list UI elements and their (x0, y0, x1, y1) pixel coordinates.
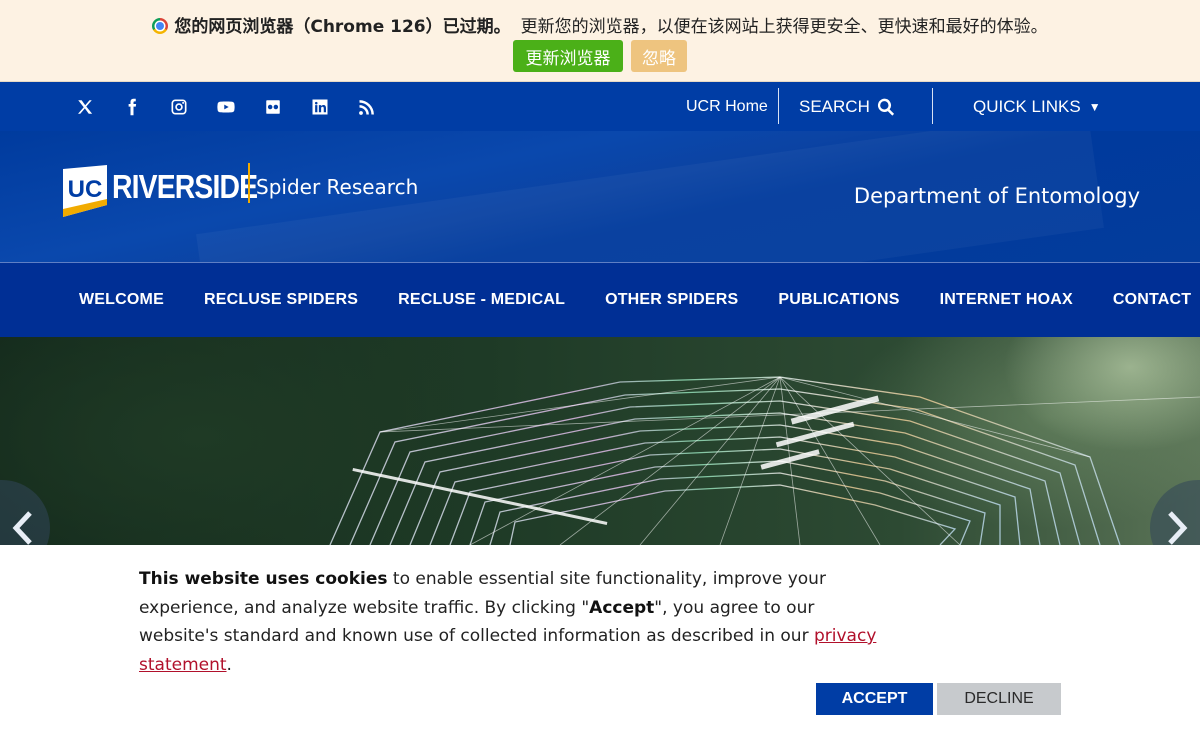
quick-links-label: QUICK LINKS (973, 97, 1081, 116)
search-label: SEARCH (799, 97, 870, 116)
nav-item-recluse-spiders[interactable]: RECLUSE SPIDERS (184, 291, 378, 309)
brand-divider (248, 163, 250, 203)
x-icon[interactable] (70, 92, 100, 122)
ucr-logo-badge[interactable]: UC (63, 165, 107, 217)
accept-word: Accept (589, 597, 655, 618)
facebook-icon[interactable] (117, 92, 147, 122)
main-nav: WELCOME RECLUSE SPIDERS RECLUSE - MEDICA… (0, 262, 1200, 337)
utility-divider (932, 88, 933, 124)
nav-item-other-spiders[interactable]: OTHER SPIDERS (585, 291, 758, 309)
linkedin-icon[interactable] (305, 92, 335, 122)
site-name[interactable]: Spider Research (256, 175, 418, 199)
nav-item-welcome[interactable]: WELCOME (59, 291, 184, 309)
chevron-left-icon (12, 511, 32, 545)
search-icon (877, 98, 894, 116)
decline-button[interactable]: DECLINE (937, 683, 1061, 715)
nav-item-publications[interactable]: PUBLICATIONS (758, 291, 919, 309)
search-button[interactable]: SEARCH (799, 82, 896, 131)
outdated-browser-message: 您的网页浏览器（Chrome 126）已过期。 更新您的浏览器，以便在该网站上获得… (0, 12, 1200, 37)
cookie-text-end: . (226, 654, 232, 675)
hero-image (0, 337, 1200, 545)
logo-badge-text: UC (68, 176, 103, 203)
cookie-banner: This website uses cookies to enable esse… (0, 545, 1200, 740)
chrome-icon (152, 18, 169, 34)
outdated-browser-bar: 您的网页浏览器（Chrome 126）已过期。 更新您的浏览器，以便在该网站上获得… (0, 0, 1200, 82)
outdated-text: 更新您的浏览器，以便在该网站上获得更安全、更快速和最好的体验。 (520, 17, 1048, 37)
outdated-title: 您的网页浏览器（Chrome 126）已过期。 (174, 17, 511, 37)
ignore-button[interactable]: 忽略 (631, 40, 687, 72)
caret-down-icon: ▼ (1088, 100, 1101, 114)
nav-item-recluse-medical[interactable]: RECLUSE - MEDICAL (378, 291, 585, 309)
cookie-lead: This website uses cookies (139, 569, 388, 589)
quick-links-button[interactable]: QUICK LINKS ▼ (973, 82, 1101, 131)
utility-bar: UCR Home SEARCH QUICK LINKS ▼ (0, 82, 1200, 131)
riverside-logo-text[interactable]: RIVERSIDE (112, 168, 258, 206)
nav-item-contact[interactable]: CONTACT (1093, 291, 1200, 309)
nav-item-internet-hoax[interactable]: INTERNET HOAX (920, 291, 1093, 309)
spider-web-image (329, 376, 1200, 545)
social-links (70, 82, 399, 131)
cookie-message: This website uses cookies to enable esse… (139, 565, 879, 679)
ucr-home-link[interactable]: UCR Home (686, 82, 768, 131)
rss-icon[interactable] (352, 92, 382, 122)
flickr-icon[interactable] (258, 92, 288, 122)
chevron-right-icon (1168, 511, 1188, 545)
utility-divider (778, 88, 779, 124)
instagram-icon[interactable] (164, 92, 194, 122)
youtube-icon[interactable] (211, 92, 241, 122)
department-name[interactable]: Department of Entomology (854, 184, 1140, 208)
update-browser-button[interactable]: 更新浏览器 (513, 40, 623, 72)
accept-button[interactable]: ACCEPT (816, 683, 933, 715)
